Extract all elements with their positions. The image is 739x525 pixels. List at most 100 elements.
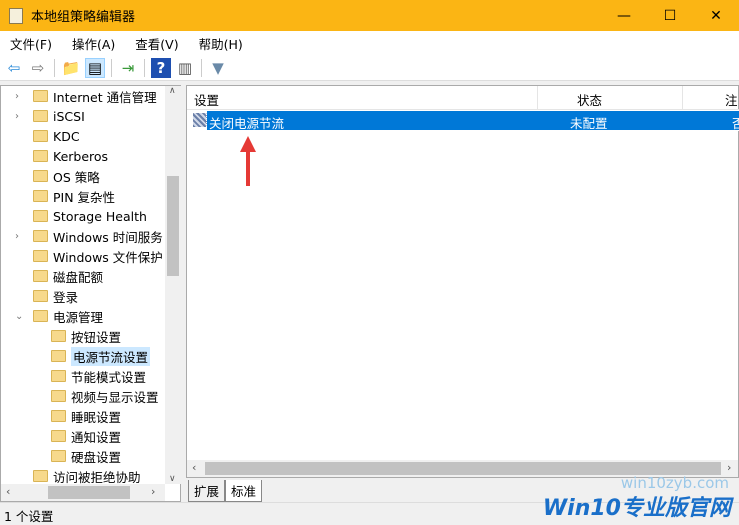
export-list-icon[interactable]: ⇥ [118,58,138,78]
tree-item-label: Storage Health [53,208,147,224]
menu-action[interactable]: 操作(A) [62,34,125,53]
toolbar-separator [144,58,145,77]
menu-bar: 文件(F) 操作(A) 查看(V) 帮助(H) [0,31,739,55]
scroll-right-icon[interactable]: › [151,485,155,498]
tree-item-label: 访问被拒绝协助 [53,469,141,485]
tree-item[interactable]: 睡眠设置 [51,406,121,426]
expand-arrow-icon[interactable]: › [15,231,25,242]
tree-item-label: Internet 通信管理 [53,89,157,105]
tree-item-label: 登录 [53,289,79,305]
table-row[interactable]: 关闭电源节流 未配置 否 [206,110,739,131]
folder-icon [51,450,66,462]
tree-item[interactable]: 通知设置 [51,426,121,446]
help-icon[interactable]: ? [151,57,171,78]
tree-item-label: Windows 文件保护 [53,249,163,265]
folder-icon [33,290,48,302]
tree-item[interactable]: 视频与显示设置 [51,386,159,406]
up-folder-icon[interactable]: 📁 [61,58,81,78]
tree-item-label: Kerberos [53,148,109,164]
folder-icon [33,110,48,122]
back-icon[interactable]: ⇦ [4,58,24,78]
folder-icon [33,230,48,242]
setting-name: 关闭电源节流 [209,116,285,131]
view-tabs: 扩展 标准 [188,480,263,502]
scroll-thumb[interactable] [167,176,179,276]
tree-item-label: 视频与显示设置 [71,389,159,405]
scroll-right-icon[interactable]: › [727,461,731,474]
window-title: 本地组策略编辑器 [31,10,136,25]
scroll-up-icon[interactable]: ∧ [169,86,176,96]
tree-item[interactable]: › Internet 通信管理 [15,86,157,106]
tree-item[interactable]: ⌄ 电源管理 [15,306,103,326]
tree-item-label: PIN 复杂性 [53,189,116,205]
expand-arrow-icon[interactable]: › [15,111,25,122]
menu-help[interactable]: 帮助(H) [189,34,253,53]
tree-item[interactable]: 登录 [33,286,78,306]
collapse-arrow-icon[interactable]: ⌄ [15,311,25,322]
toolbar: ⇦ ⇨ 📁 ▤ ⇥ ? ▥ ▼ [0,55,739,81]
tree-item[interactable]: KDC [33,126,80,146]
tree-item[interactable]: › Windows 时间服务 [15,226,163,246]
column-header-setting[interactable]: 设置 [194,90,219,109]
tree-item-label: 电源节流设置 [71,346,151,366]
scroll-left-icon[interactable]: ‹ [6,485,10,498]
tree-item[interactable]: 按钮设置 [51,326,121,346]
tree-item[interactable]: OS 策略 [33,166,100,186]
tree-item[interactable]: 电源节流设置 [51,346,151,366]
folder-icon [33,130,48,142]
tree-item[interactable]: 磁盘配额 [33,266,103,286]
folder-icon [33,250,48,262]
column-divider[interactable] [537,86,538,110]
tab-standard[interactable]: 标准 [225,480,263,502]
folder-icon [33,170,48,182]
watermark-logo: Win10专业版官网 [542,496,731,521]
folder-icon [33,310,48,322]
extended-view-icon[interactable]: ▥ [175,58,195,78]
menu-file[interactable]: 文件(F) [0,34,62,53]
list-header: 设置 状态 注 [187,86,739,110]
tree-item[interactable]: PIN 复杂性 [33,186,115,206]
folder-icon [33,90,48,102]
column-divider[interactable] [682,86,683,110]
folder-icon [51,350,66,362]
tree-item[interactable]: 节能模式设置 [51,366,146,386]
scroll-left-icon[interactable]: ‹ [192,461,196,474]
policy-setting-icon [193,113,207,127]
tree-item-label: 通知设置 [71,429,122,445]
toolbar-separator [201,58,202,77]
minimize-button[interactable]: — [601,0,647,31]
filter-icon[interactable]: ▼ [208,58,228,78]
tree-item-label: iSCSI [53,108,85,124]
folder-icon [33,270,48,282]
menu-view[interactable]: 查看(V) [125,34,188,53]
close-button[interactable]: ✕ [693,0,739,31]
tree-pane: › Internet 通信管理 › iSCSI KDC Kerberos OS 策略 PIN … [0,85,181,502]
tree-item[interactable]: 访问被拒绝协助 [33,466,141,484]
maximize-button[interactable]: ☐ [647,0,693,31]
forward-icon[interactable]: ⇨ [28,58,48,78]
setting-comment: 否 [732,116,739,131]
tab-extended[interactable]: 扩展 [188,480,226,502]
setting-state: 未配置 [570,116,608,131]
scroll-thumb[interactable] [48,486,130,499]
tree-item-label: KDC [53,128,80,144]
red-arrow-annotation [240,136,256,186]
tree-item[interactable]: Windows 文件保护 [33,246,163,266]
tree-item[interactable]: Storage Health [33,206,147,226]
tree-item[interactable]: Kerberos [33,146,108,166]
folder-icon [33,150,48,162]
tree-item[interactable]: 硬盘设置 [51,446,121,466]
tree-horizontal-scrollbar[interactable]: ‹ › [1,484,165,501]
column-header-state[interactable]: 状态 [577,90,602,109]
tree-item-label: OS 策略 [53,169,100,185]
column-header-comment[interactable]: 注 [725,90,738,109]
show-hide-tree-icon[interactable]: ▤ [85,57,105,78]
tree-item[interactable]: › iSCSI [15,106,85,126]
folder-icon [51,370,66,382]
scroll-down-icon[interactable]: ∨ [169,474,176,484]
tree-vertical-scrollbar[interactable]: ∧ ∨ [165,86,181,484]
expand-arrow-icon[interactable]: › [15,91,25,102]
tree-item-label: 按钮设置 [71,329,122,345]
tree-item-label: 磁盘配额 [53,269,104,285]
tree-item-label: 睡眠设置 [71,409,122,425]
